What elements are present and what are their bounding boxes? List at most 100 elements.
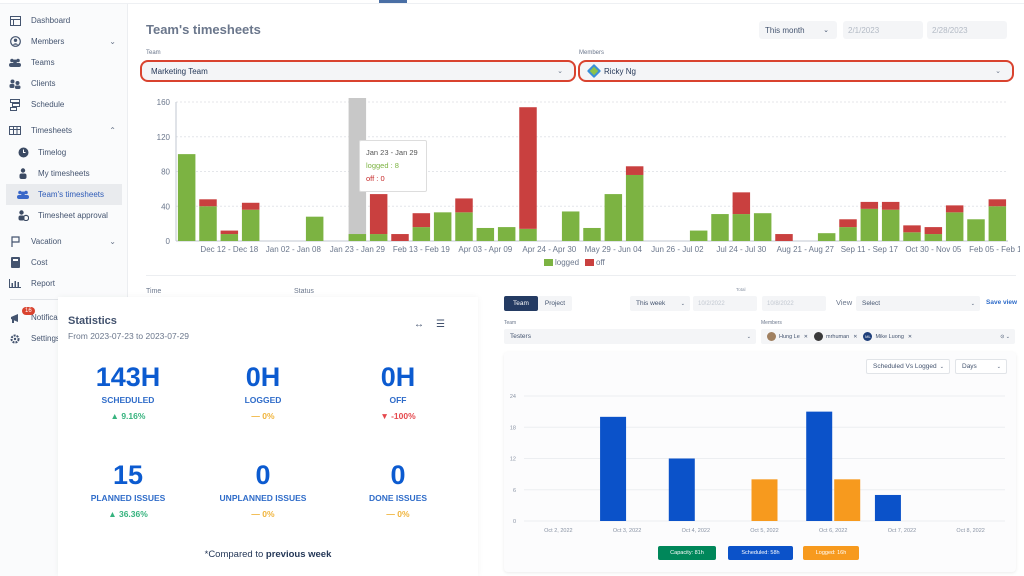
members-select[interactable]: Hung Le ✕ mrhuman ✕ ML Mike Luong ✕ ⊙ ⌄	[761, 329, 1015, 344]
bar-logged[interactable]	[604, 194, 623, 241]
bar-off[interactable]	[455, 198, 473, 213]
remove-icon[interactable]: ✕	[804, 334, 808, 340]
bar-scheduled[interactable]	[600, 416, 627, 521]
sidebar-item-members[interactable]: Members ⌄	[0, 31, 128, 52]
bar-off[interactable]	[732, 192, 751, 215]
bar-logged[interactable]	[988, 206, 1007, 241]
bar-logged[interactable]	[583, 227, 601, 241]
trend-flat-icon: —	[386, 509, 398, 519]
remove-icon[interactable]: ✕	[853, 334, 857, 340]
bar-logged[interactable]	[476, 227, 495, 241]
bar-off[interactable]	[881, 201, 900, 210]
end-date-input[interactable]: 10/8/2022	[762, 296, 826, 311]
bar-logged[interactable]	[751, 479, 778, 521]
legend-item-off[interactable]: off	[585, 258, 605, 267]
bar-logged[interactable]	[625, 174, 644, 241]
bar-logged[interactable]	[945, 212, 964, 241]
x-tick-label: Jan 23 - Jan 29	[330, 245, 386, 254]
bar-off[interactable]	[903, 225, 921, 233]
bar-logged[interactable]	[199, 206, 217, 241]
menu-icon[interactable]: ☰	[436, 319, 445, 330]
remove-icon[interactable]: ✕	[908, 334, 912, 340]
sidebar-item-schedule[interactable]: Schedule	[0, 94, 128, 115]
sidebar-item-teams[interactable]: Teams	[0, 52, 128, 73]
start-date-input[interactable]: 2/1/2023	[843, 21, 923, 39]
bar-logged[interactable]	[753, 213, 772, 241]
bar-logged[interactable]	[433, 212, 452, 241]
bar-off[interactable]	[945, 205, 964, 213]
bar-logged[interactable]	[834, 479, 861, 521]
bar-logged[interactable]	[412, 227, 431, 241]
bar-logged[interactable]	[924, 234, 943, 241]
granularity-select[interactable]: Days ⌄	[955, 359, 1007, 374]
expand-arrows-icon[interactable]: ↔	[414, 319, 424, 330]
bar-logged[interactable]	[305, 216, 324, 241]
bar-logged[interactable]	[241, 209, 260, 241]
legend-item-logged[interactable]: logged	[544, 258, 579, 267]
chevron-down-icon: ⌄	[557, 68, 563, 75]
bar-logged[interactable]	[455, 212, 473, 241]
sidebar-item-timelog[interactable]: Timelog	[0, 142, 128, 163]
bar-logged[interactable]	[881, 209, 900, 241]
bar-logged[interactable]	[220, 234, 239, 241]
bar-logged[interactable]	[369, 234, 388, 241]
bar-logged[interactable]	[689, 230, 708, 241]
team-select[interactable]: Testers ⌄	[504, 329, 756, 344]
legend-logged[interactable]: Logged: 16h	[803, 546, 859, 560]
member-chip[interactable]: ML Mike Luong ✕	[863, 332, 912, 341]
bar-logged[interactable]	[967, 219, 985, 241]
bar-off[interactable]	[220, 230, 239, 235]
bar-off[interactable]	[412, 213, 431, 228]
bar-scheduled[interactable]	[874, 494, 901, 521]
bar-logged[interactable]	[348, 234, 367, 241]
sidebar-item-teams-timesheets[interactable]: Team's timesheets	[6, 184, 122, 205]
bar-off[interactable]	[241, 202, 260, 210]
bar-scheduled[interactable]	[668, 458, 695, 522]
legend-capacity[interactable]: Capacity: 81h	[658, 546, 716, 560]
sidebar-item-timesheets[interactable]: Timesheets ⌃	[0, 120, 128, 141]
legend-scheduled[interactable]: Scheduled: 58h	[728, 546, 793, 560]
sidebar-item-clients[interactable]: Clients	[0, 73, 128, 94]
members-select[interactable]: Ricky Ng ⌄	[578, 60, 1014, 82]
period-select[interactable]: This week ⌄	[630, 296, 690, 311]
bar-off[interactable]	[369, 194, 388, 235]
bar-logged[interactable]	[177, 154, 196, 241]
sidebar-item-my-timesheets[interactable]: My timesheets	[0, 163, 128, 184]
bar-logged[interactable]	[732, 214, 751, 241]
bar-logged[interactable]	[817, 233, 836, 241]
sidebar-item-vacation[interactable]: Vacation ⌄	[0, 231, 128, 252]
bar-logged[interactable]	[711, 214, 729, 241]
member-chip[interactable]: mrhuman ✕	[814, 332, 857, 341]
bar-logged[interactable]	[903, 232, 921, 241]
bar-logged[interactable]	[839, 227, 857, 241]
start-date-input[interactable]: 10/2/2022	[693, 296, 757, 311]
bar-scheduled[interactable]	[806, 411, 833, 521]
sidebar-item-timesheet-approval[interactable]: Timesheet approval	[0, 205, 128, 226]
bar-logged[interactable]	[519, 228, 537, 241]
member-chip[interactable]: Hung Le ✕	[767, 332, 808, 341]
bar-off[interactable]	[839, 219, 857, 228]
period-select[interactable]: This month ⌄	[759, 21, 837, 39]
view-select[interactable]: Select ⌄	[856, 296, 980, 311]
bar-off[interactable]	[775, 234, 793, 241]
end-date-input[interactable]: 2/28/2023	[927, 21, 1007, 39]
bar-logged[interactable]	[497, 227, 516, 241]
bar-off[interactable]	[860, 201, 879, 209]
bar-off[interactable]	[988, 199, 1007, 207]
bar-off[interactable]	[391, 234, 409, 241]
tab-project[interactable]: Project	[538, 296, 572, 311]
team-select[interactable]: Marketing Team ⌄	[140, 60, 576, 82]
tab-team[interactable]: Team	[504, 296, 538, 311]
sidebar-item-report[interactable]: Report	[0, 273, 128, 294]
bar-off[interactable]	[625, 166, 644, 175]
chart-mode-select[interactable]: Scheduled Vs Logged ⌄	[866, 359, 950, 374]
bar-off[interactable]	[199, 199, 217, 207]
bar-logged[interactable]	[561, 211, 580, 241]
statistics-range: From 2023-07-23 to 2023-07-29	[68, 331, 189, 341]
sidebar-item-dashboard[interactable]: Dashboard	[0, 10, 128, 31]
save-view-link[interactable]: Save view	[986, 299, 1017, 306]
bar-logged[interactable]	[860, 208, 879, 241]
bar-off[interactable]	[924, 227, 943, 235]
sidebar-item-cost[interactable]: Cost	[0, 252, 128, 273]
bar-off[interactable]	[519, 107, 537, 229]
